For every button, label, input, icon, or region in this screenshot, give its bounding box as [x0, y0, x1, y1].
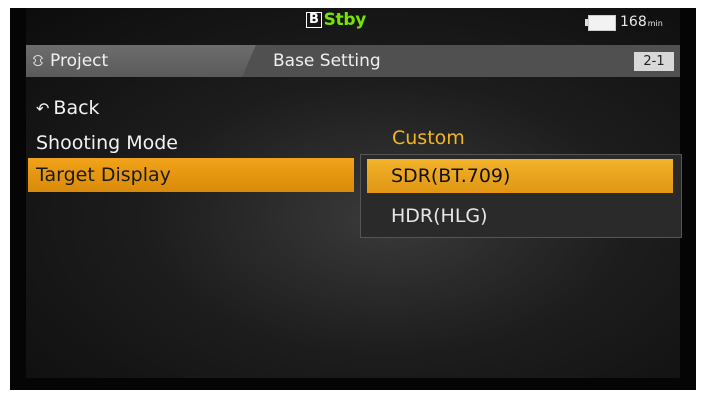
battery-time-unit: min [647, 19, 663, 28]
screen-bezel-right [680, 8, 696, 390]
back-label: Back [53, 97, 100, 119]
project-icon: ⛻ [32, 51, 44, 70]
back-arrow-icon: ↶ [36, 99, 50, 118]
tab-base-setting[interactable]: Base Setting [273, 51, 381, 71]
menu-item-target-display[interactable]: Target Display [28, 158, 354, 192]
back-button[interactable]: ↶ Back [28, 90, 354, 126]
camera-screen: B Stby 168min ⛻ Project Base Setting 2-1 … [10, 8, 696, 390]
record-status: B Stby [306, 10, 366, 30]
media-slot-icon: B [306, 12, 322, 28]
record-status-label: Stby [323, 10, 367, 30]
battery-time-value: 168 [620, 14, 647, 30]
page-indicator: 2-1 [634, 52, 674, 71]
menu-header: ⛻ Project Base Setting 2-1 [26, 45, 680, 77]
screen-bezel-left [10, 8, 26, 390]
target-display-options: SDR(BT.709) HDR(HLG) [360, 154, 682, 238]
tab-project[interactable]: ⛻ Project [26, 45, 256, 77]
menu-item-shooting-mode[interactable]: Shooting Mode [28, 125, 354, 161]
status-bar: B Stby 168min [10, 8, 696, 40]
option-hdr[interactable]: HDR(HLG) [367, 199, 673, 233]
battery-remaining: 168min [620, 14, 663, 30]
shooting-mode-value: Custom [392, 127, 465, 149]
battery-icon [585, 15, 616, 31]
tab-project-label: Project [50, 51, 109, 71]
option-sdr[interactable]: SDR(BT.709) [367, 159, 673, 193]
screen-bezel-bottom [10, 378, 696, 390]
